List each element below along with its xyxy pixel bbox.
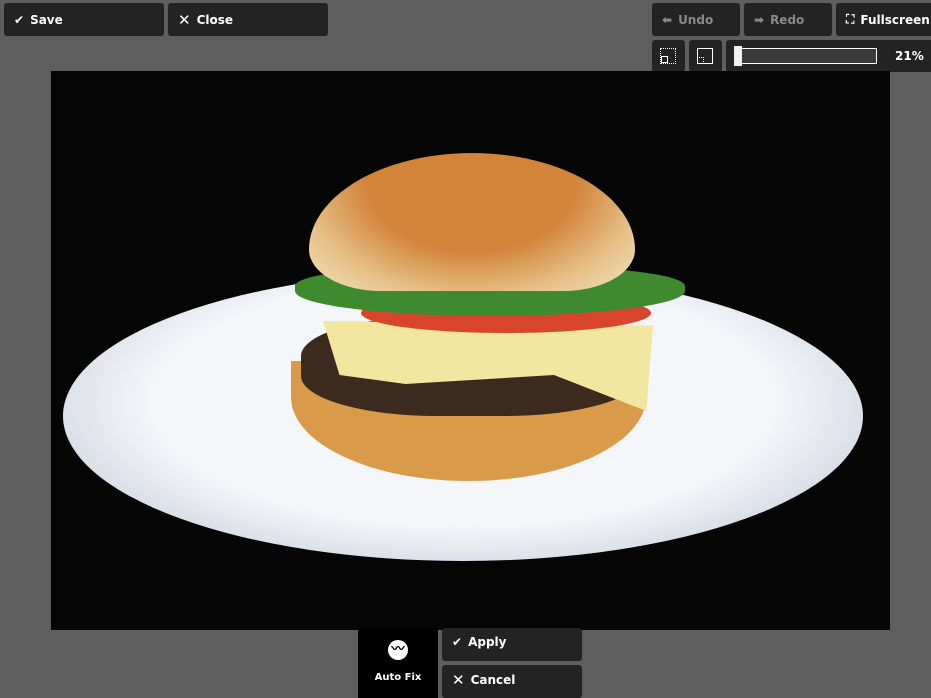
- zoom-panel: 21%: [726, 40, 931, 72]
- cancel-button[interactable]: ✕ Cancel: [442, 665, 582, 698]
- arrow-right-icon: ➡: [754, 12, 765, 27]
- top-bun: [309, 153, 635, 291]
- x-icon: ✕: [452, 670, 465, 689]
- photo-canvas[interactable]: [51, 71, 890, 630]
- zoom-slider[interactable]: [734, 46, 877, 66]
- auto-fix-button[interactable]: 〰 Auto Fix: [358, 628, 438, 698]
- expand-icon: ⛶: [846, 12, 855, 26]
- apply-button[interactable]: ✔ Apply: [442, 628, 582, 661]
- check-icon: ✔: [14, 12, 25, 27]
- x-icon: ✕: [178, 10, 191, 29]
- save-button[interactable]: ✔ Save: [4, 3, 164, 36]
- auto-fix-icon: 〰: [388, 640, 408, 660]
- check-icon: ✔: [452, 634, 463, 649]
- close-button[interactable]: ✕ Close: [168, 3, 328, 36]
- zoom-fit-icon: [660, 48, 676, 64]
- zoom-percent: 21%: [895, 49, 924, 63]
- zoom-shrink-button[interactable]: [689, 40, 722, 72]
- zoom-shrink-icon: [697, 48, 713, 64]
- redo-button[interactable]: ➡ Redo: [744, 3, 832, 36]
- undo-button[interactable]: ⬅ Undo: [652, 3, 740, 36]
- zoom-fit-button[interactable]: [652, 40, 685, 72]
- arrow-left-icon: ⬅: [662, 12, 673, 27]
- zoom-slider-handle[interactable]: [734, 46, 742, 66]
- fullscreen-button[interactable]: ⛶ Fullscreen: [836, 3, 931, 36]
